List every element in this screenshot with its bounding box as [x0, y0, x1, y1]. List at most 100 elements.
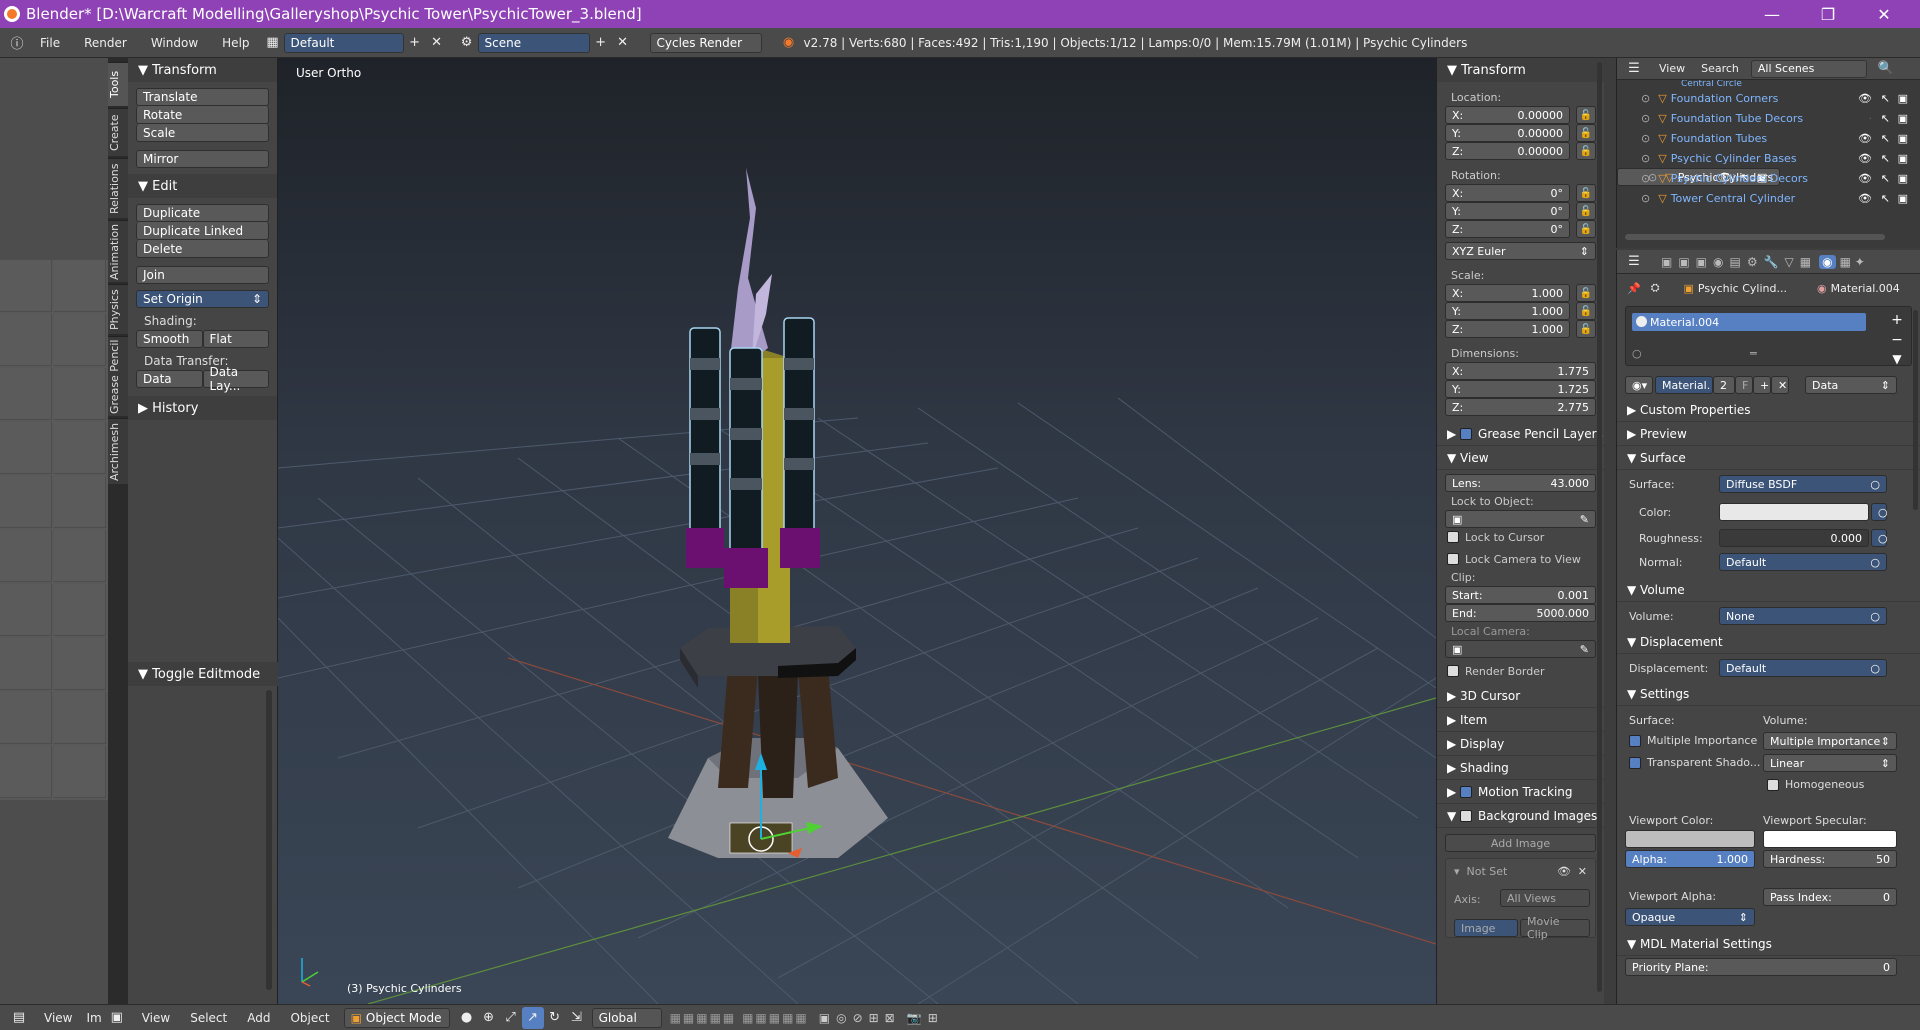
- lock-icon[interactable]: 🔓: [1576, 302, 1596, 320]
- layers-grid-icon[interactable]: ▦▦▦▦▦ ▦▦▦▦▦: [670, 1011, 809, 1025]
- tab-relations[interactable]: Relations: [108, 158, 128, 218]
- history-panel-header[interactable]: ▶ History: [128, 396, 277, 420]
- outliner-item[interactable]: ⊙ ▽ Psychic Cylinder Bases 👁 ↖ ▣: [1617, 148, 1920, 168]
- link-select[interactable]: Data ⇕: [1805, 376, 1897, 394]
- add-scene-icon[interactable]: +: [590, 32, 612, 54]
- scale-y-field[interactable]: Y: 1.000: [1445, 302, 1570, 320]
- material-slot-list[interactable]: Material.004 ○ ═: [1625, 306, 1912, 366]
- volume-select[interactable]: None ○: [1719, 607, 1887, 625]
- 3d-viewport[interactable]: User Ortho (3) Psychic Cylinders: [278, 58, 1436, 1004]
- pass-index-field[interactable]: Pass Index: 0: [1763, 888, 1897, 906]
- translate-manipulator-icon[interactable]: ↗: [521, 1006, 544, 1029]
- render-camera-icon[interactable]: ▣: [1898, 112, 1908, 125]
- left-view-menu[interactable]: View: [44, 1011, 72, 1025]
- add-layout-icon[interactable]: +: [404, 32, 426, 54]
- lock-icon[interactable]: 🔓: [1576, 320, 1596, 338]
- lock-icon[interactable]: 🔓: [1576, 184, 1596, 202]
- unlink-material-icon[interactable]: ✕: [1771, 376, 1789, 394]
- maximize-button[interactable]: ❐: [1800, 0, 1856, 28]
- visibility-eye-icon[interactable]: 👁: [1858, 152, 1872, 165]
- render-camera-icon[interactable]: ▣: [1898, 172, 1908, 185]
- item-header[interactable]: ▶ Item: [1437, 708, 1604, 732]
- remove-layout-icon[interactable]: ✕: [426, 32, 448, 54]
- lock-icon[interactable]: 🔓: [1576, 284, 1596, 302]
- local-camera-field[interactable]: ▣ ✎: [1445, 640, 1596, 658]
- color-link-icon[interactable]: ○: [1871, 503, 1888, 521]
- delete-button[interactable]: Delete: [136, 240, 269, 258]
- flat-button[interactable]: Flat: [202, 330, 269, 348]
- multiple-importance-row[interactable]: Multiple Importance: [1629, 734, 1757, 747]
- scale-button[interactable]: Scale: [136, 124, 269, 142]
- location-z-field[interactable]: Z: 0.00000: [1445, 142, 1570, 160]
- preview-header[interactable]: ▶ Preview: [1617, 422, 1920, 446]
- interpolation-select[interactable]: Linear ⇕: [1763, 754, 1897, 772]
- outliner-item[interactable]: ⊙ ▽ Foundation Tube Decors · ↖ ▣: [1617, 108, 1920, 128]
- outliner-item[interactable]: ⊙ ▽ Tower Central Cylinder 👁 ↖ ▣: [1617, 188, 1920, 208]
- editor-type-icon[interactable]: ⓘ: [6, 32, 28, 54]
- pivot-icon[interactable]: ⊕: [478, 1007, 500, 1029]
- render-tools-icon[interactable]: 📷⊞: [907, 1011, 944, 1025]
- tab-animation[interactable]: Animation: [108, 220, 128, 282]
- select-arrow-icon[interactable]: ↖: [1881, 132, 1890, 145]
- visibility-eye-icon[interactable]: 👁: [1858, 92, 1872, 105]
- manipulator-icon[interactable]: ⤢: [500, 1007, 522, 1029]
- tab-grease-pencil[interactable]: Grease Pencil: [108, 336, 128, 416]
- smooth-button[interactable]: Smooth: [136, 330, 203, 348]
- new-material-icon[interactable]: +: [1753, 376, 1771, 394]
- add-image-button[interactable]: Add Image: [1445, 834, 1596, 852]
- npanel-scrollbar[interactable]: [1597, 62, 1602, 992]
- axis-select[interactable]: All Views: [1500, 889, 1590, 907]
- tab-tools[interactable]: Tools: [108, 62, 128, 106]
- menu-window[interactable]: Window: [139, 36, 210, 50]
- lock-camera-row[interactable]: Lock Camera to View: [1437, 550, 1604, 568]
- settings-header[interactable]: ▼ Settings: [1617, 682, 1920, 706]
- select-arrow-icon[interactable]: ↖: [1881, 112, 1890, 125]
- lock-to-cursor-checkbox[interactable]: [1447, 531, 1459, 543]
- rotation-mode-select[interactable]: XYZ Euler ⇕: [1445, 242, 1596, 260]
- dimensions-z-field[interactable]: Z: 2.775: [1445, 398, 1596, 416]
- orientation-select[interactable]: Global: [591, 1007, 662, 1028]
- mirror-button[interactable]: Mirror: [136, 150, 269, 168]
- render-border-checkbox[interactable]: [1447, 665, 1459, 677]
- outliner-search-menu[interactable]: Search: [1701, 62, 1739, 75]
- location-y-field[interactable]: Y: 0.00000: [1445, 124, 1570, 142]
- select-arrow-icon[interactable]: ↖: [1881, 192, 1890, 205]
- dimensions-x-field[interactable]: X: 1.775: [1445, 362, 1596, 380]
- object-menu[interactable]: Object: [290, 1011, 329, 1025]
- surface-header[interactable]: ▼ Surface: [1617, 446, 1920, 470]
- view-menu[interactable]: View: [142, 1011, 170, 1025]
- hardness-field[interactable]: Hardness: 50: [1763, 850, 1897, 868]
- select-arrow-icon[interactable]: ↖: [1881, 172, 1890, 185]
- outliner-item[interactable]: ⊙ ▽ Foundation Corners 👁 ↖ ▣: [1617, 88, 1920, 108]
- add-slot-icon[interactable]: +: [1888, 312, 1906, 330]
- layout-selector[interactable]: Default: [283, 32, 404, 53]
- lock-to-object-field[interactable]: ▣ ✎: [1445, 510, 1596, 528]
- add-menu[interactable]: Add: [247, 1011, 270, 1025]
- outliner-search-icon[interactable]: 🔍: [1875, 58, 1897, 80]
- alpha-field[interactable]: Alpha: 1.000: [1625, 850, 1755, 868]
- n-transform-header[interactable]: ▼ Transform: [1437, 58, 1604, 82]
- surface-shader-select[interactable]: Diffuse BSDF ○: [1719, 475, 1887, 493]
- motion-tracking-checkbox[interactable]: [1460, 785, 1473, 798]
- lock-to-cursor-row[interactable]: Lock to Cursor: [1437, 528, 1604, 546]
- custom-properties-header[interactable]: ▶ Custom Properties: [1617, 398, 1920, 422]
- rotate-button[interactable]: Rotate: [136, 106, 269, 124]
- screen-layout-icon[interactable]: ▦: [262, 32, 284, 54]
- render-engine-select[interactable]: Cycles Render: [649, 32, 762, 53]
- toolshelf-scrollbar[interactable]: [266, 690, 272, 990]
- minimize-button[interactable]: —: [1744, 0, 1800, 28]
- movie-clip-tab[interactable]: Movie Clip: [1520, 915, 1590, 941]
- multiple-importance-checkbox[interactable]: [1629, 734, 1641, 747]
- lock-icon[interactable]: 🔓: [1576, 220, 1596, 238]
- remove-icon[interactable]: ✕: [1578, 865, 1587, 878]
- select-arrow-icon[interactable]: ↖: [1881, 92, 1890, 105]
- texture-tab-icon[interactable]: ▦ ✦: [1840, 255, 1865, 269]
- location-x-field[interactable]: X: 0.00000: [1445, 106, 1570, 124]
- lock-camera-checkbox[interactable]: [1447, 553, 1459, 565]
- outliner-view-menu[interactable]: View: [1659, 62, 1685, 75]
- displacement-header[interactable]: ▼ Displacement: [1617, 630, 1920, 654]
- grease-pencil-layers-header[interactable]: ▶ Grease Pencil Layers: [1437, 422, 1604, 446]
- tab-physics[interactable]: Physics: [108, 284, 128, 334]
- select-arrow-icon[interactable]: ↖: [1881, 152, 1890, 165]
- tab-archimesh[interactable]: Archimesh: [108, 418, 128, 484]
